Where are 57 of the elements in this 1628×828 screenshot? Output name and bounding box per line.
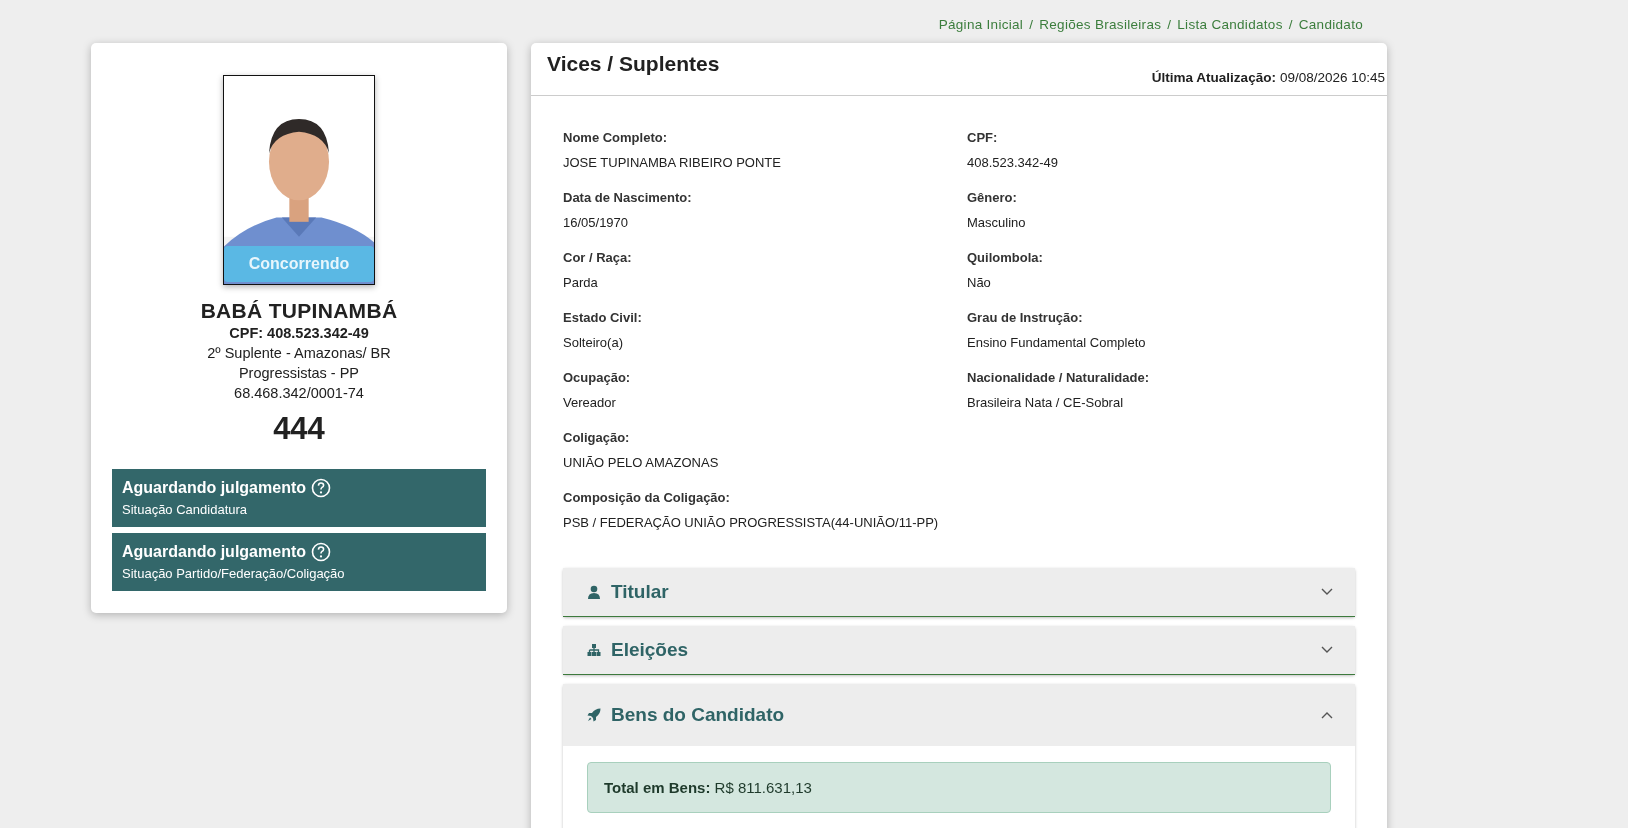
candidate-number: 444 — [273, 411, 325, 447]
field-value: Solteiro(a) — [563, 335, 624, 350]
field-value: JOSE TUPINAMBA RIBEIRO PONTE — [563, 155, 782, 170]
candidate-name: BABÁ TUPINAMBÁ — [200, 299, 398, 323]
breadcrumb-link[interactable]: Candidato — [1298, 17, 1363, 43]
chevron-up-icon — [1321, 711, 1333, 719]
hierarchy-icon — [587, 643, 601, 657]
field-label: Coligação: — [563, 430, 631, 445]
field-value: Vereador — [563, 395, 617, 410]
field-label: Composição da Coligação: — [563, 490, 731, 505]
status-title: Aguardando julgamento — [122, 543, 306, 561]
cnpj-text: 68.468.342/0001-74 — [234, 384, 364, 403]
field-value: 16/05/1970 — [563, 215, 630, 230]
update-value: 09/08/2026 10:45 — [1279, 70, 1385, 85]
help-icon[interactable] — [311, 542, 331, 562]
status-badge: Concorrendo — [224, 246, 374, 282]
field-label: Nacionalidade / Naturalidade: — [967, 370, 1151, 385]
field-value: 408.523.342-49 — [967, 155, 1060, 170]
field-value: PSB / FEDERAÇÃO UNIÃO PROGRESSISTA(44-UNIÃO/11-PP) — [563, 515, 940, 530]
breadcrumb-link[interactable]: Página Inicial — [938, 17, 1024, 43]
field-label: Estado Civil: — [563, 310, 643, 325]
chevron-down-icon — [1321, 646, 1333, 654]
person-icon — [587, 585, 601, 599]
accordion-header[interactable]: Bens do Candidato — [563, 684, 1355, 746]
accordion-header[interactable]: Eleições — [563, 626, 1355, 675]
field-label: Data de Nascimento: — [563, 190, 693, 205]
panel-title: Vices / Suplentes — [547, 52, 720, 77]
status-subtitle: Situação Partido/Federação/Coligação — [122, 566, 346, 581]
rocket-icon — [587, 708, 601, 722]
breadcrumb-separator: / — [1288, 17, 1293, 34]
field-label: Quilombola: — [967, 250, 1044, 265]
field-value: UNIÃO PELO AMAZONAS — [563, 455, 720, 470]
field-label: Nome Completo: — [563, 130, 668, 145]
field-label: Cor / Raça: — [563, 250, 633, 265]
update-label: Última Atualização: — [1151, 70, 1276, 85]
breadcrumb-separator: / — [1029, 17, 1034, 34]
party-text: Progressistas - PP — [238, 364, 360, 383]
field-value: Ensino Fundamental Completo — [967, 335, 1147, 350]
breadcrumb-link[interactable]: Lista Candidatos — [1177, 17, 1283, 43]
field-value: Não — [967, 275, 992, 290]
field-label: CPF: — [967, 130, 999, 145]
chevron-down-icon — [1321, 588, 1333, 596]
field-label: Ocupação: — [563, 370, 632, 385]
field-label: Grau de Instrução: — [967, 310, 1084, 325]
field-value: Parda — [563, 275, 599, 290]
status-subtitle: Situação Candidatura — [122, 502, 249, 517]
status-title: Aguardando julgamento — [122, 479, 306, 497]
cpf-text: CPF: 408.523.342-49 — [229, 324, 369, 343]
field-value: Masculino — [967, 215, 1027, 230]
accordion-header[interactable]: Titular — [563, 568, 1355, 617]
help-icon[interactable] — [311, 478, 331, 498]
breadcrumb-link[interactable]: Regiões Brasileiras — [1039, 17, 1162, 43]
total-assets-alert: Total em Bens: R$ 811.631,13 — [587, 762, 1331, 813]
role-text: 2º Suplente - Amazonas/ BR — [207, 344, 391, 363]
field-value: Brasileira Nata / CE-Sobral — [967, 395, 1125, 410]
field-label: Gênero: — [967, 190, 1018, 205]
breadcrumb-separator: / — [1167, 17, 1172, 34]
